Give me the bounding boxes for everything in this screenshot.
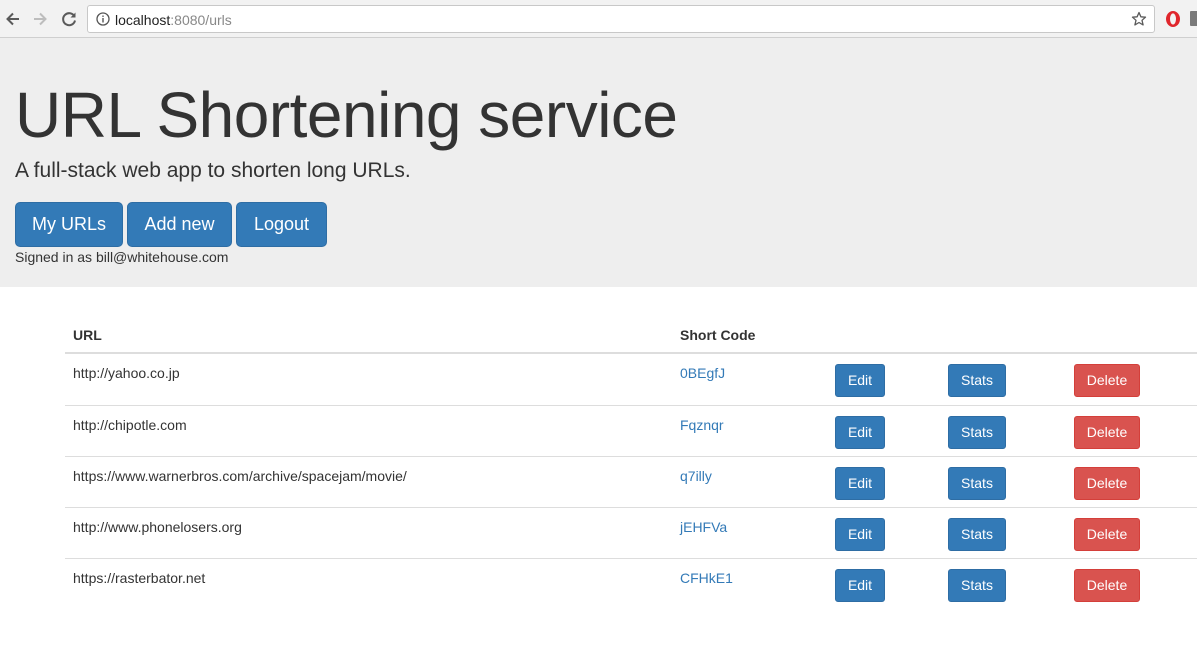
address-host: localhost (115, 12, 171, 28)
edit-button[interactable]: Edit (835, 364, 885, 397)
edit-button[interactable]: Edit (835, 569, 885, 602)
url-cell: https://rasterbator.net (73, 570, 206, 586)
extension-menu-icon[interactable] (1190, 11, 1197, 26)
table-row: https://www.warnerbros.com/archive/space… (65, 456, 1197, 507)
signed-in-status: Signed in as bill@whitehouse.com (15, 249, 229, 265)
opera-extension-icon[interactable] (1164, 10, 1182, 28)
short-code-link[interactable]: Fqznqr (680, 417, 724, 433)
short-code-link[interactable]: jEHFVa (680, 519, 727, 535)
browser-toolbar: localhost:8080/urls (0, 0, 1197, 38)
stats-button[interactable]: Stats (948, 364, 1006, 397)
short-code-link[interactable]: q7illy (680, 468, 712, 484)
address-path: :8080/urls (170, 12, 232, 28)
stats-button[interactable]: Stats (948, 569, 1006, 602)
column-header-url: URL (73, 327, 102, 343)
url-cell: http://yahoo.co.jp (73, 365, 180, 381)
url-cell: https://www.warnerbros.com/archive/space… (73, 468, 407, 484)
column-header-short-code: Short Code (680, 327, 756, 343)
address-url: localhost:8080/urls (115, 12, 232, 28)
stats-button[interactable]: Stats (948, 518, 1006, 551)
address-bar[interactable]: localhost:8080/urls (87, 5, 1155, 33)
delete-button[interactable]: Delete (1074, 518, 1140, 551)
table-row: http://chipotle.com Fqznqr Edit Stats De… (65, 405, 1197, 456)
table-row: http://yahoo.co.jp 0BEgfJ Edit Stats Del… (65, 354, 1197, 405)
table-header: URL Short Code (65, 287, 1197, 354)
delete-button[interactable]: Delete (1074, 569, 1140, 602)
url-cell: http://chipotle.com (73, 417, 187, 433)
edit-button[interactable]: Edit (835, 416, 885, 449)
delete-button[interactable]: Delete (1074, 416, 1140, 449)
delete-button[interactable]: Delete (1074, 364, 1140, 397)
jumbotron: URL Shortening service A full-stack web … (0, 38, 1197, 287)
table-row: https://rasterbator.net CFHkE1 Edit Stat… (65, 558, 1197, 609)
url-cell: http://www.phonelosers.org (73, 519, 242, 535)
edit-button[interactable]: Edit (835, 467, 885, 500)
bookmark-star-icon[interactable] (1131, 11, 1147, 27)
logout-button[interactable]: Logout (236, 202, 327, 247)
short-code-link[interactable]: 0BEgfJ (680, 365, 725, 381)
info-icon[interactable] (96, 12, 110, 26)
delete-button[interactable]: Delete (1074, 467, 1140, 500)
stats-button[interactable]: Stats (948, 467, 1006, 500)
edit-button[interactable]: Edit (835, 518, 885, 551)
short-code-link[interactable]: CFHkE1 (680, 570, 733, 586)
reload-icon[interactable] (59, 9, 79, 29)
page-title: URL Shortening service (15, 79, 678, 151)
forward-arrow-icon[interactable] (30, 9, 50, 29)
table-row: http://www.phonelosers.org jEHFVa Edit S… (65, 507, 1197, 558)
add-new-button[interactable]: Add new (127, 202, 232, 247)
page-subtitle: A full-stack web app to shorten long URL… (15, 159, 411, 182)
my-urls-button[interactable]: My URLs (15, 202, 123, 247)
stats-button[interactable]: Stats (948, 416, 1006, 449)
back-arrow-icon[interactable] (3, 9, 23, 29)
